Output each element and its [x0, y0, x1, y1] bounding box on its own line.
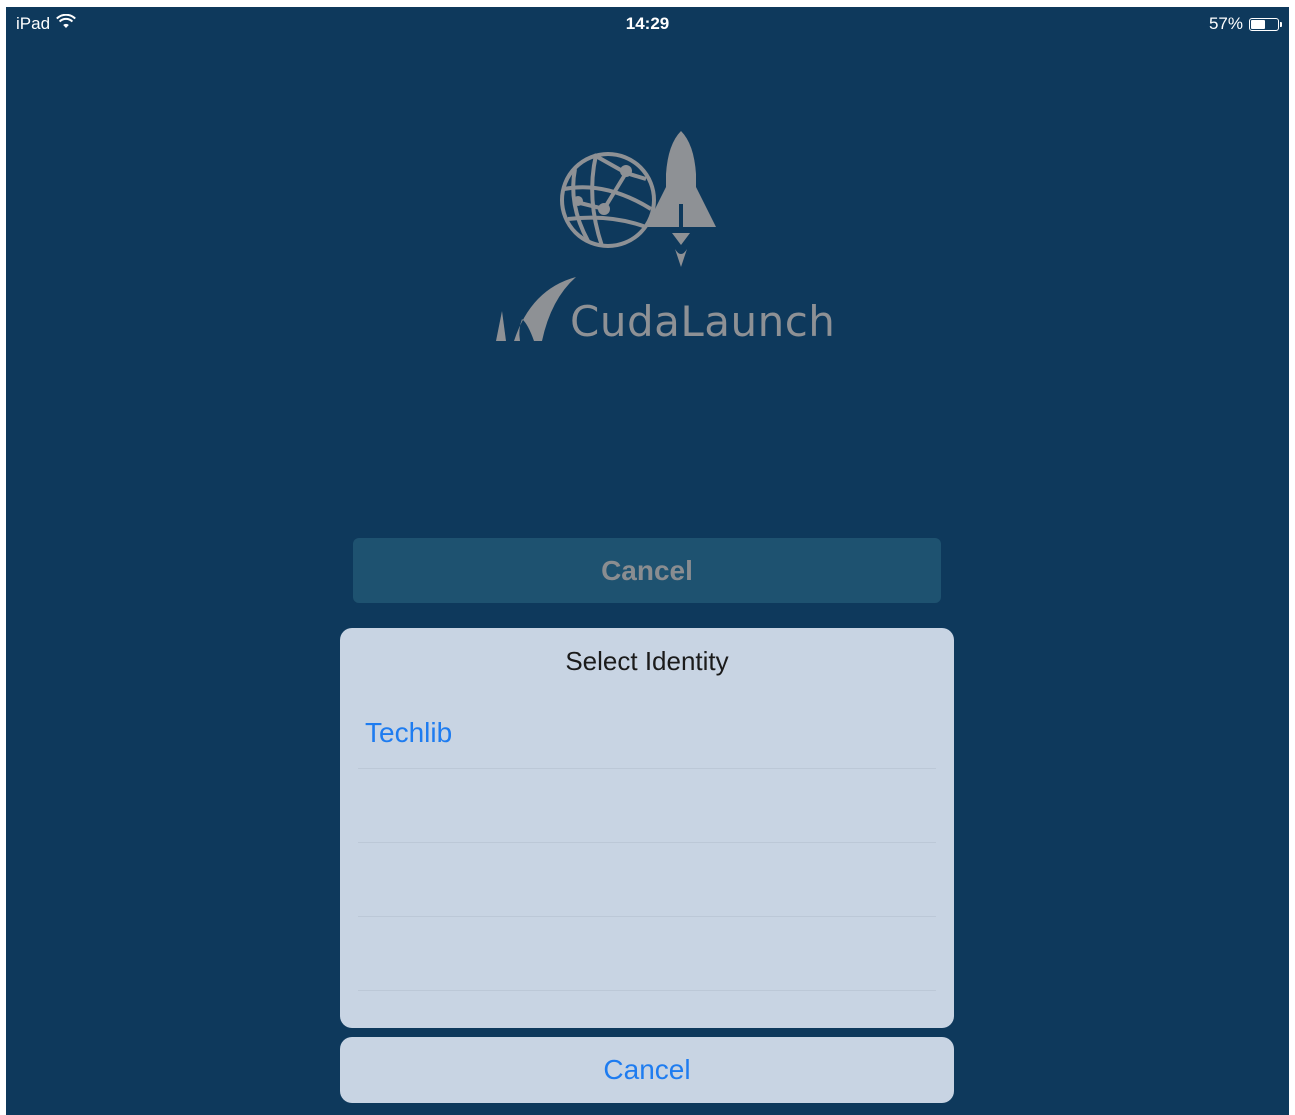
status-time: 14:29 — [625, 14, 670, 33]
cancel-button[interactable]: Cancel — [340, 1037, 954, 1103]
identity-option-empty — [358, 917, 936, 991]
app-name: CudaLaunch — [570, 297, 836, 346]
app-screen: iPad 14:29 57% CudaLaunch Cancel Select … — [6, 7, 1289, 1115]
app-logo: CudaLaunch — [476, 119, 835, 369]
battery-fill — [1251, 19, 1265, 29]
cancel-button-background: Cancel — [353, 538, 941, 603]
identity-option-techlib[interactable]: Techlib — [358, 695, 936, 769]
select-identity-sheet: Select Identity Techlib — [340, 628, 954, 1028]
battery-icon — [1249, 17, 1282, 31]
identity-option-empty — [358, 769, 936, 843]
battery-tip — [1280, 21, 1282, 27]
sheet-title: Select Identity — [565, 646, 729, 676]
battery-percent: 57% — [1208, 14, 1243, 33]
identity-option-empty — [358, 843, 936, 917]
status-right: 57% — [1208, 14, 1282, 34]
identity-option-label: Techlib — [365, 717, 453, 748]
status-bar: iPad 14:29 57% — [6, 7, 1289, 43]
